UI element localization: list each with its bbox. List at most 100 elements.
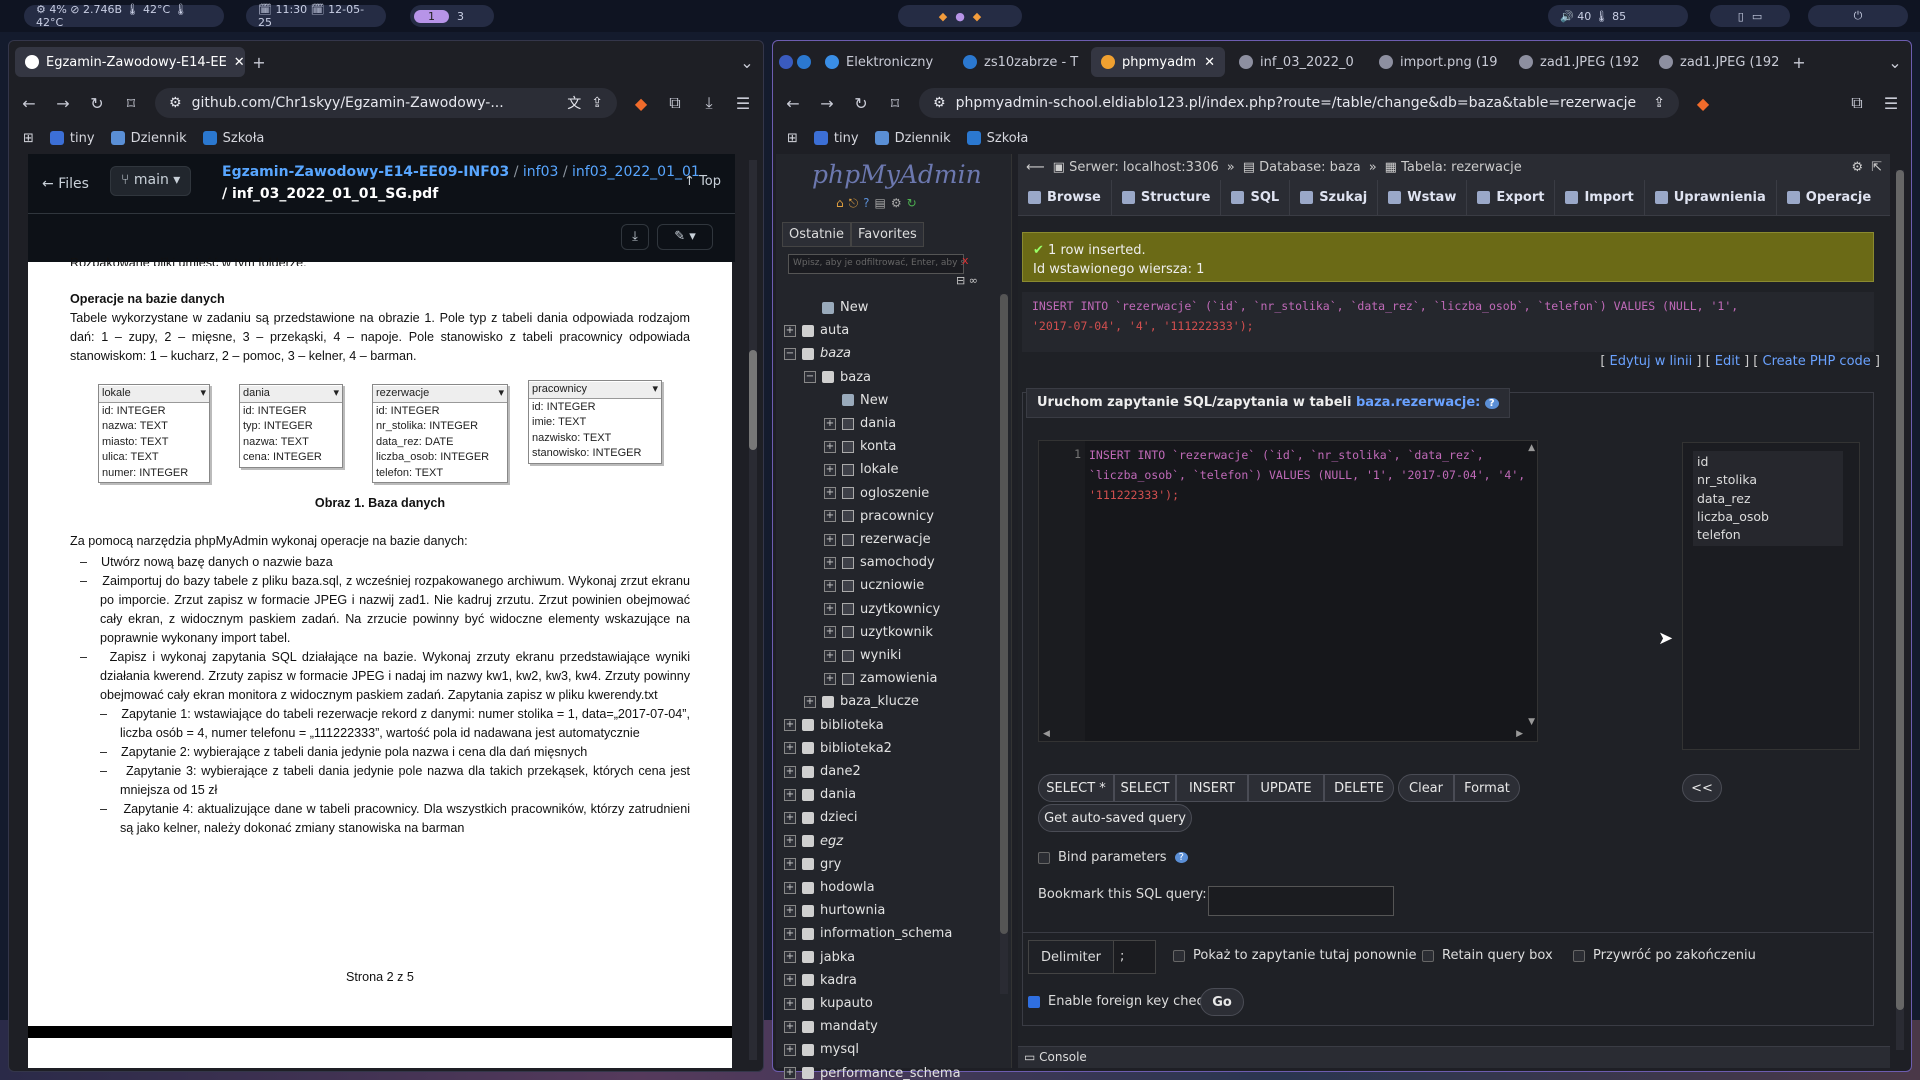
bookmark-dziennik[interactable]: Dziennik [110, 131, 187, 146]
expand-icon[interactable]: + [784, 1043, 796, 1056]
app-icon[interactable]: ● [955, 10, 965, 23]
expand-icon[interactable]: + [824, 579, 836, 592]
console-bar[interactable]: ▭ Console [1018, 1046, 1890, 1068]
expand-icon[interactable]: + [824, 510, 836, 523]
scroll-down-icon[interactable]: ▼ [1528, 717, 1535, 727]
expand-icon[interactable]: + [784, 835, 796, 848]
column-option[interactable]: telefon [1697, 526, 1839, 544]
go-button[interactable]: Go [1200, 988, 1244, 1016]
tree-item-kadra[interactable]: + kadra [784, 969, 857, 992]
tree-item-gry[interactable]: + gry [784, 853, 841, 876]
bookmark-szkola[interactable]: Szkoła [202, 131, 264, 146]
menu-structure[interactable]: Structure [1112, 179, 1222, 216]
pinned-tab-icon-2[interactable] [797, 55, 811, 69]
download-raw-icon[interactable]: ⤓ [621, 224, 649, 250]
files-toggle[interactable]: ← Files [42, 176, 89, 192]
maximize-icon[interactable]: ⇱ [1871, 160, 1882, 175]
server-crumb[interactable]: ▣ Serwer: localhost:3306 [1053, 160, 1219, 175]
menu-browse[interactable]: Browse [1018, 179, 1112, 216]
tree-item-jabka[interactable]: + jabka [784, 946, 855, 969]
retain-checkbox[interactable] [1422, 949, 1434, 962]
top-link[interactable]: ↑ Top [684, 174, 721, 189]
tree-item-biblioteka2[interactable]: + biblioteka2 [784, 737, 892, 760]
logout-icon[interactable]: ⎋ [849, 196, 859, 211]
tree-item-baza-klucze[interactable]: + baza_klucze [804, 690, 919, 713]
tab-elektroniczny[interactable]: Elektroniczny [815, 47, 949, 77]
branch-selector[interactable]: ⑂ main ▾ [110, 166, 192, 196]
expand-icon[interactable]: + [824, 649, 836, 662]
delete-button[interactable]: DELETE [1324, 774, 1394, 802]
tab-list-icon[interactable]: ⌄ [1885, 53, 1905, 72]
bookmark-input[interactable] [1208, 886, 1394, 916]
edit-link[interactable]: Edit [1715, 354, 1740, 369]
sql-editor[interactable]: 1 INSERT INTO `rezerwacje` (`id`, `nr_st… [1038, 440, 1538, 742]
path-link-inf03[interactable]: inf03 [523, 164, 559, 180]
favorites-tab[interactable]: Favorites [851, 222, 924, 247]
column-option[interactable]: liczba_osob [1697, 508, 1839, 526]
restore-checkbox[interactable] [1573, 949, 1585, 962]
close-tab-icon[interactable]: ✕ [234, 55, 245, 70]
tree-item-New[interactable]: New [804, 296, 868, 319]
tree-item-samochody[interactable]: + samochody [824, 551, 935, 574]
reload-nav-icon[interactable]: ↻ [907, 196, 917, 211]
brave-icon[interactable]: ◆ [939, 10, 947, 23]
system-tray-icons[interactable]: ⏻ [1808, 5, 1908, 27]
insert-button[interactable]: INSERT [1176, 774, 1248, 802]
tree-item-lokale[interactable]: + lokale [824, 458, 898, 481]
edit-inline-link[interactable]: Edytuj w linii [1610, 354, 1693, 369]
nav-scrollbar-thumb[interactable] [1000, 294, 1008, 934]
tree-item-ogloszenie[interactable]: + ogloszenie [824, 482, 929, 505]
tree-item-zamowienia[interactable]: + zamowienia [824, 667, 937, 690]
tree-item-pracownicy[interactable]: + pracownicy [824, 505, 934, 528]
back-icon[interactable]: ← [19, 94, 39, 113]
bookmark-icon[interactable]: ⌑ [885, 94, 905, 113]
tab-list-icon[interactable]: ⌄ [737, 53, 757, 72]
workspace-3[interactable]: 3 [457, 10, 464, 23]
new-tab-icon[interactable]: + [1789, 53, 1809, 72]
collapse-icon[interactable]: − [804, 371, 816, 384]
tree-item-information-schema[interactable]: + information_schema [784, 922, 952, 945]
menu-search[interactable]: Szukaj [1290, 179, 1379, 216]
expand-icon[interactable]: + [784, 719, 796, 732]
tab-zad1-a[interactable]: zad1.JPEG (192 [1509, 47, 1645, 77]
tree-item-New[interactable]: New [824, 389, 888, 412]
reload-icon[interactable]: ↻ [87, 94, 107, 113]
right-scrollbar[interactable] [1896, 170, 1904, 1050]
expand-icon[interactable]: + [824, 533, 836, 546]
bookmark-tiny[interactable]: tiny [49, 131, 95, 146]
tree-item-mandaty[interactable]: + mandaty [784, 1015, 878, 1038]
tree-item-baza[interactable]: − baza [784, 342, 851, 365]
tree-item-dania[interactable]: + dania [824, 412, 896, 435]
update-button[interactable]: UPDATE [1248, 774, 1324, 802]
expand-icon[interactable]: + [824, 603, 836, 616]
columns-list[interactable]: id nr_stolika data_rez liczba_osob telef… [1682, 442, 1860, 750]
workspace-1[interactable]: 1 [414, 9, 449, 23]
left-scrollbar[interactable] [749, 160, 757, 1060]
expand-icon[interactable]: + [784, 811, 796, 824]
clear-button[interactable]: Clear [1398, 774, 1454, 802]
close-tab-icon[interactable]: ✕ [1204, 55, 1215, 70]
left-scrollbar-thumb[interactable] [749, 350, 757, 450]
path-link-folder[interactable]: inf03_2022_01_01 [572, 164, 700, 180]
bind-params-checkbox[interactable] [1038, 851, 1050, 864]
power-icon[interactable]: ⏻ [1854, 9, 1863, 23]
insert-column-button[interactable]: << [1682, 774, 1722, 802]
new-tab-icon[interactable]: + [249, 53, 269, 72]
tree-item-dane2[interactable]: + dane2 [784, 760, 861, 783]
site-info-icon[interactable]: ⚙ [933, 95, 946, 111]
extensions-icon[interactable]: ⧉ [1847, 93, 1867, 113]
docs-icon[interactable]: ▤ [875, 196, 886, 211]
expand-icon[interactable]: + [784, 904, 796, 917]
expand-icon[interactable]: + [784, 765, 796, 778]
apps-grid-icon[interactable]: ⊞ [787, 131, 798, 146]
settings-icon[interactable]: ⚙ [891, 196, 902, 211]
tab-phpmyadmin[interactable]: phpmyadm ✕ [1091, 47, 1225, 77]
bookmark-tiny[interactable]: tiny [813, 131, 859, 146]
expand-icon[interactable]: + [824, 672, 836, 685]
device-icons[interactable]: ▯ ▭ [1710, 5, 1790, 27]
expand-icon[interactable]: + [824, 463, 836, 476]
nav-filter-input[interactable]: Wpisz, aby je odfiltrować, Enter, aby s [788, 254, 964, 274]
bookmark-szkola[interactable]: Szkoła [966, 131, 1028, 146]
nav-scrollbar[interactable] [1000, 294, 1008, 994]
address-bar[interactable]: ⚙ phpmyadmin-school.eldiablo123.pl/index… [919, 88, 1679, 118]
